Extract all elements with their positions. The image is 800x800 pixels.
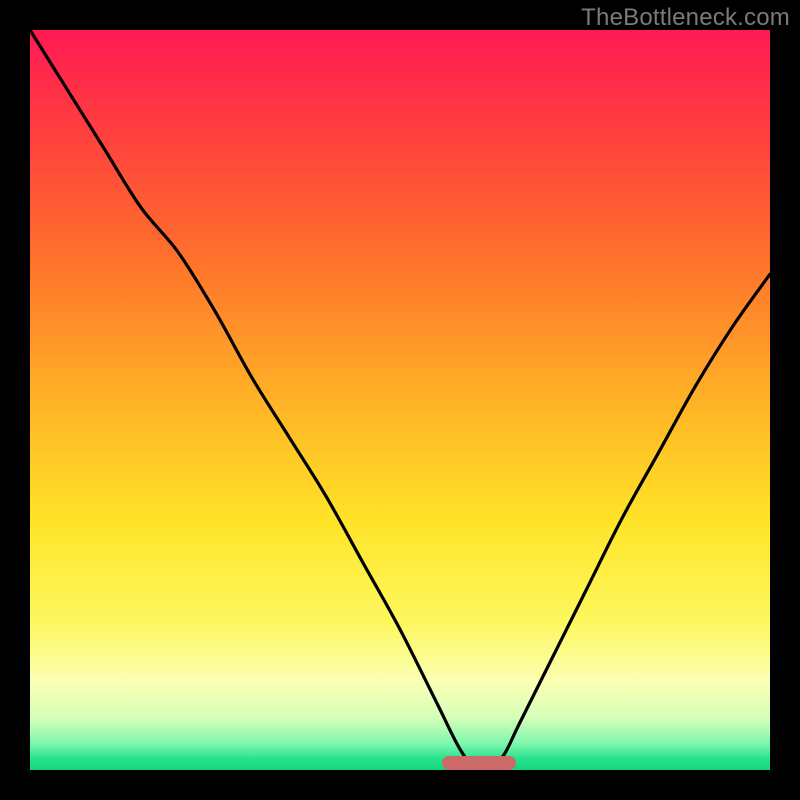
plot-area (30, 30, 770, 770)
optimal-range-marker (442, 756, 516, 770)
watermark-text: TheBottleneck.com (581, 4, 790, 32)
chart-frame: TheBottleneck.com (0, 0, 800, 800)
bottleneck-curve (30, 30, 770, 770)
